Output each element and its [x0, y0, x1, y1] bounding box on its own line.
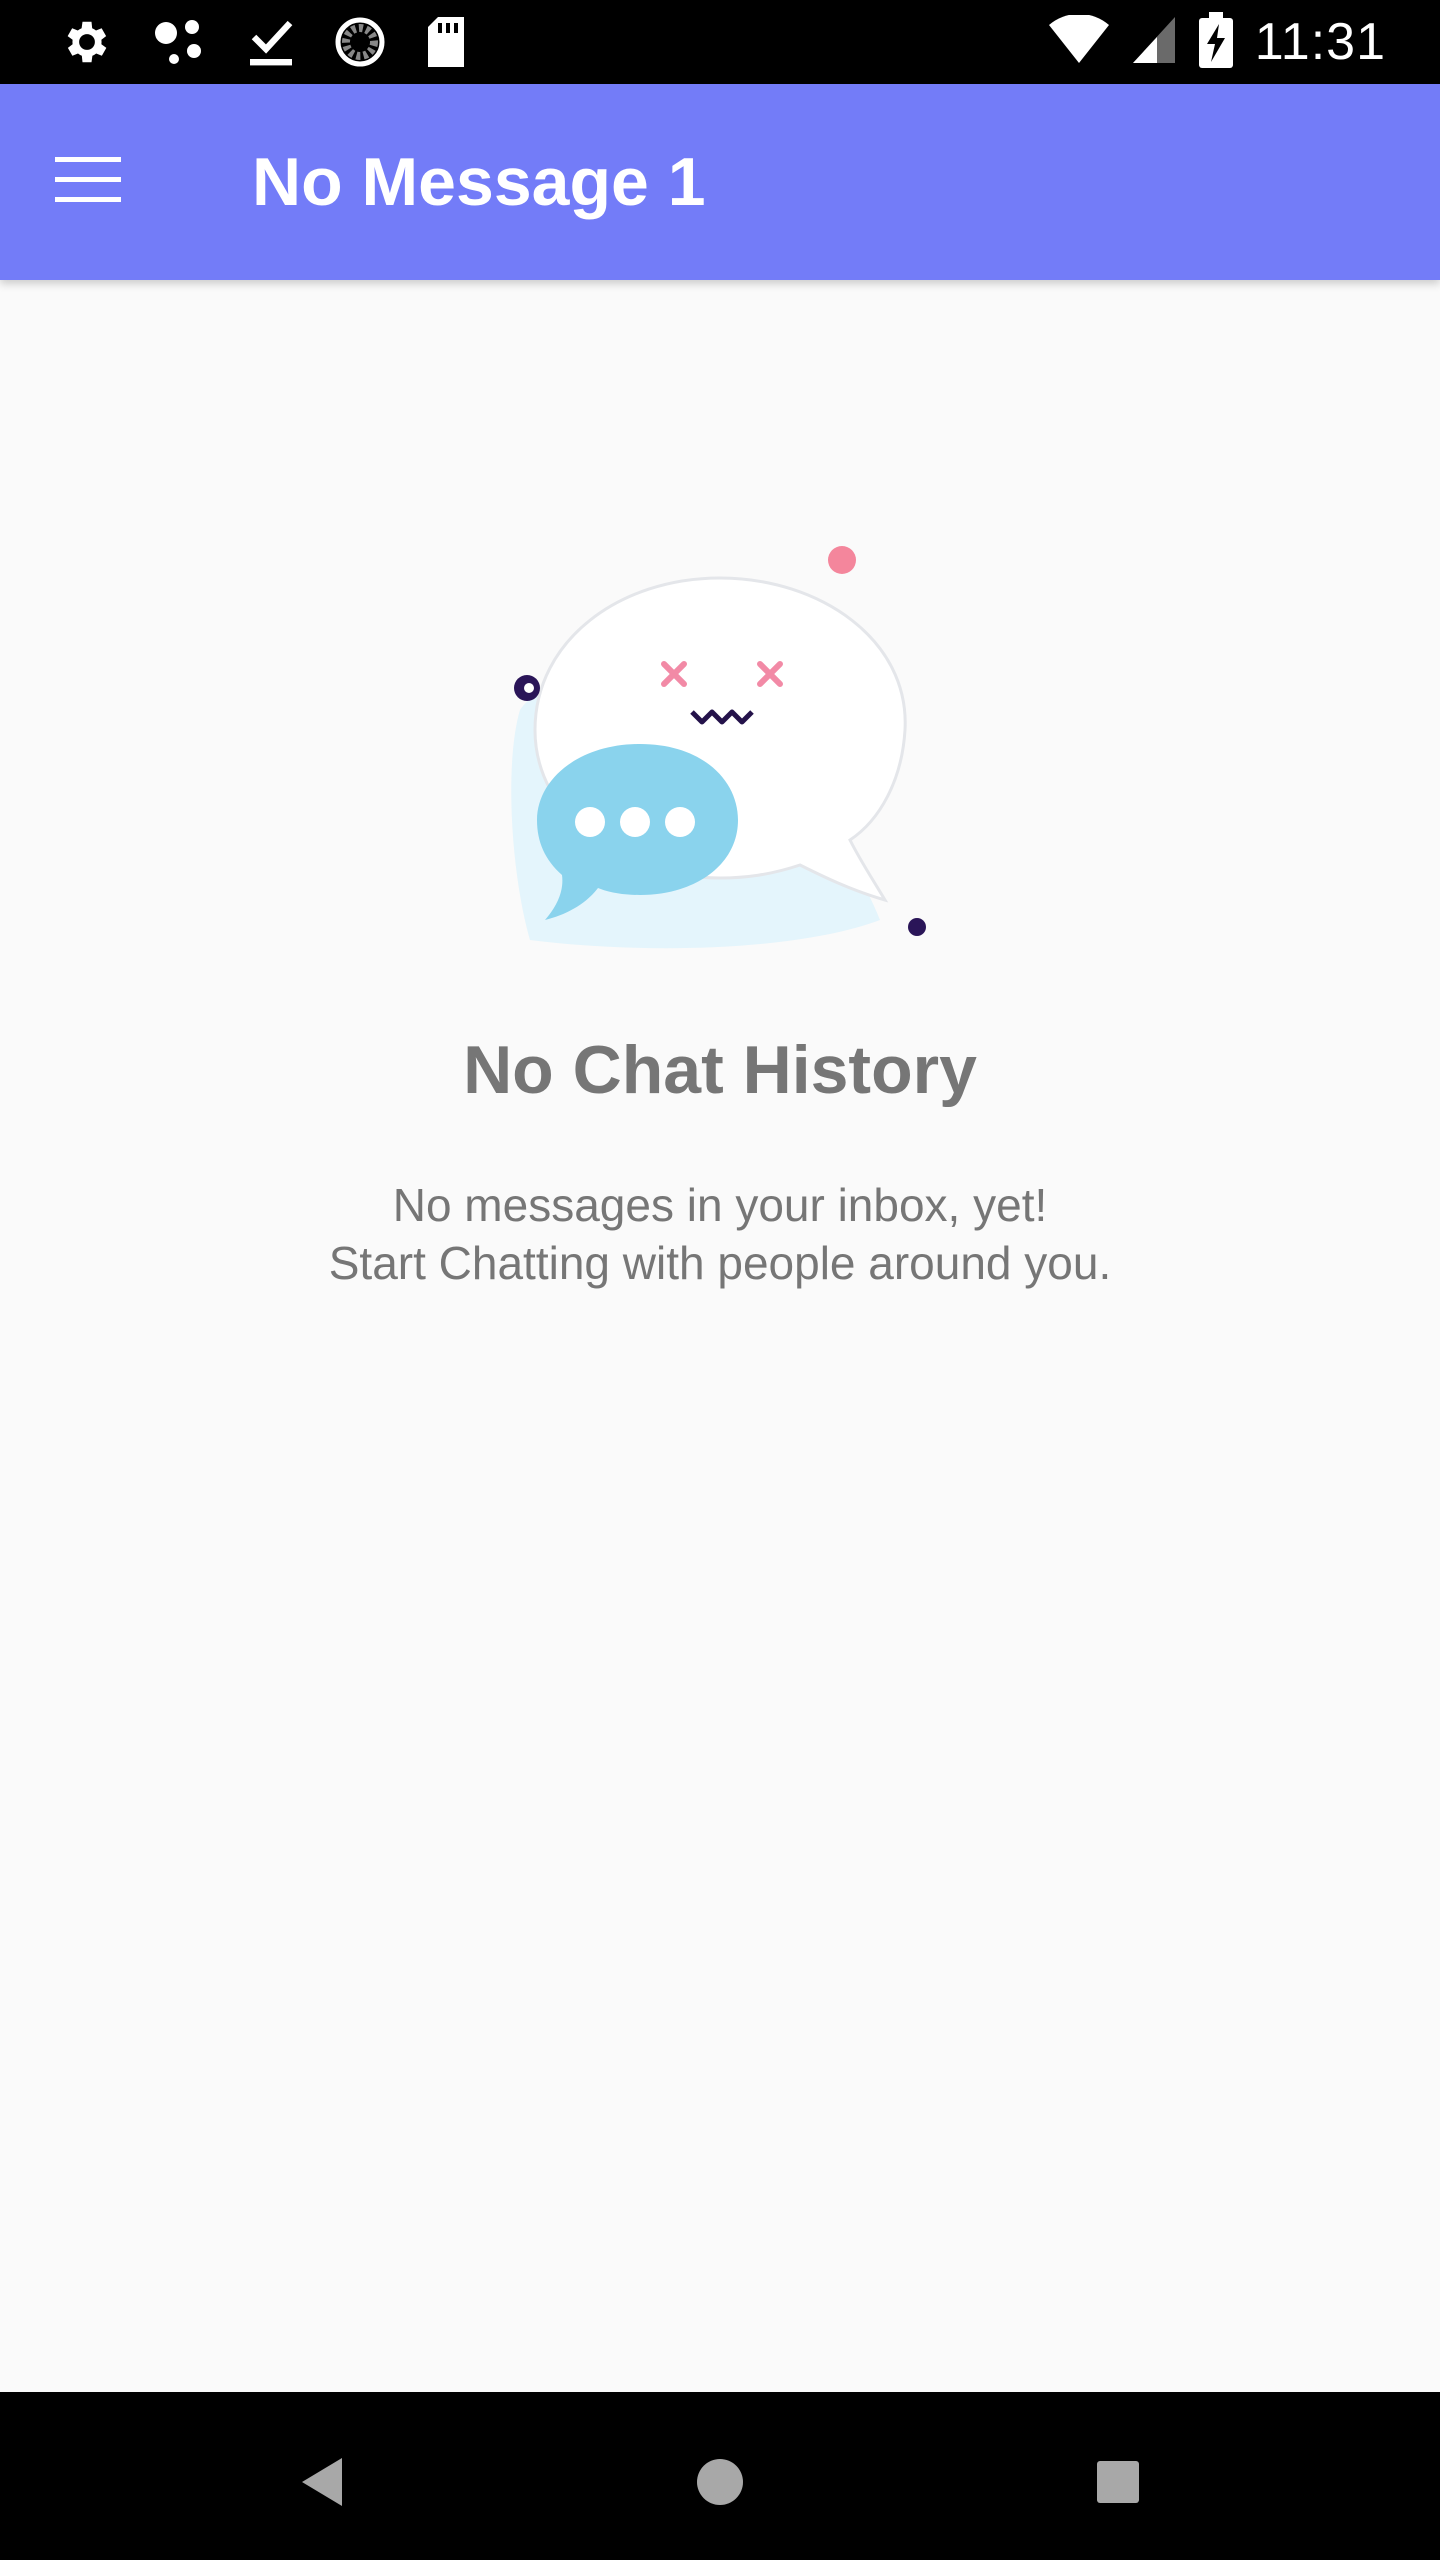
home-button[interactable] — [672, 2436, 768, 2532]
app-bar: No Message 1 — [0, 84, 1440, 280]
dots-icon — [152, 15, 208, 69]
empty-state-line-2: Start Chatting with people around you. — [328, 1237, 1112, 1289]
sd-card-icon — [424, 15, 468, 69]
menu-button[interactable] — [40, 134, 136, 230]
home-icon — [695, 2457, 745, 2512]
status-left-icons — [60, 14, 468, 70]
chat-bubbles-illustration — [500, 530, 950, 970]
cell-signal-icon — [1131, 15, 1177, 70]
empty-state-message: No messages in your inbox, yet! Start Ch… — [0, 1176, 1440, 1292]
empty-state-title: No Chat History — [463, 1032, 977, 1108]
status-bar: 11:31 — [0, 0, 1440, 84]
battery-charging-icon — [1198, 11, 1233, 73]
recents-button[interactable] — [1070, 2436, 1166, 2532]
app-title: No Message 1 — [252, 144, 706, 220]
empty-state-line-1: No messages in your inbox, yet! — [392, 1179, 1048, 1231]
recents-icon — [1096, 2460, 1140, 2509]
download-done-icon — [246, 15, 296, 69]
back-button[interactable] — [274, 2436, 370, 2532]
hamburger-menu-icon — [55, 156, 121, 208]
navigation-bar — [0, 2392, 1440, 2560]
screen: 11:31 No Message 1 No Chat History No me… — [0, 0, 1440, 2560]
status-right-icons: 11:31 — [1048, 10, 1386, 74]
status-time: 11:31 — [1254, 13, 1386, 71]
loading-icon — [334, 16, 386, 68]
wifi-icon — [1048, 13, 1109, 70]
back-icon — [300, 2456, 344, 2513]
settings-icon — [60, 15, 114, 69]
